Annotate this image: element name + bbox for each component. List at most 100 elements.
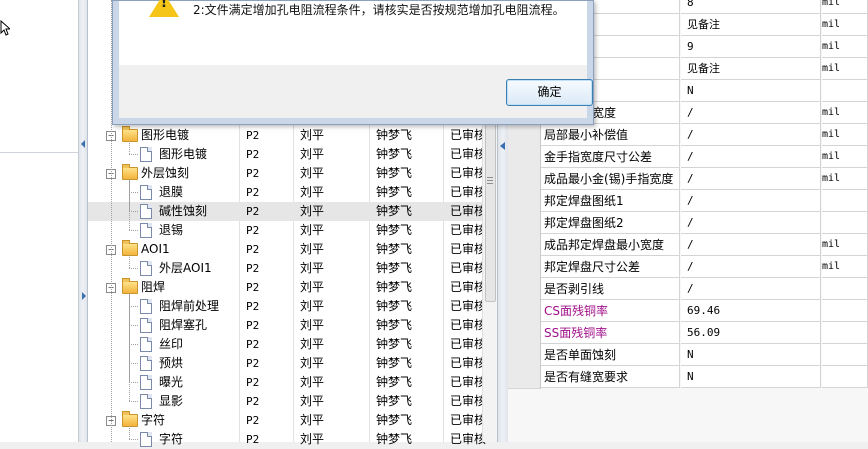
grid-row[interactable]: 是否单面蚀刻 N xyxy=(508,344,868,367)
tree-row[interactable]: 碱性蚀刻 P2 刘平 钟梦飞 已审核 xyxy=(88,202,488,221)
tree-cell-c2: 刘平 xyxy=(300,128,325,142)
ok-button[interactable]: 确定 xyxy=(506,79,593,106)
grid-value-cell[interactable]: 69.46 xyxy=(681,300,821,322)
tree-row[interactable]: − AOI1 P2 刘平 钟梦飞 已审核 xyxy=(88,240,488,259)
grid-row[interactable]: 局部最小补偿值 / mil xyxy=(508,124,868,147)
grid-value-cell[interactable]: / xyxy=(681,168,821,190)
document-icon xyxy=(140,337,152,352)
tree-connector-line xyxy=(129,179,130,230)
tree-connector-line xyxy=(129,192,138,193)
row-header[interactable] xyxy=(508,366,541,389)
tree-row[interactable]: − 图形电镀 P2 刘平 钟梦飞 已审核 xyxy=(88,126,488,145)
tree-row[interactable]: 阻焊塞孔 P2 刘平 钟梦飞 已审核 xyxy=(88,316,488,335)
row-header[interactable] xyxy=(508,322,541,345)
grid-value-cell[interactable]: 见备注 xyxy=(681,14,821,36)
grid-row[interactable]: CS面残铜率 69.46 xyxy=(508,300,868,323)
tree-cell-c3: 钟梦飞 xyxy=(376,128,413,142)
tree-cell-c3: 钟梦飞 xyxy=(376,337,413,351)
grid-label-cell: 局部最小补偿值 xyxy=(541,124,680,146)
tree-row[interactable]: 预烘 P2 刘平 钟梦飞 已审核 xyxy=(88,354,488,373)
scrollbar-grip xyxy=(487,180,493,181)
grid-value-cell[interactable]: / xyxy=(681,256,821,278)
grid-label-cell: 成品邦定焊盘最小宽度 xyxy=(541,234,680,256)
tree-row[interactable]: − 阻焊 P2 刘平 钟梦飞 已审核 xyxy=(88,278,488,297)
row-header[interactable] xyxy=(508,256,541,279)
tree-item-name: 字符 xyxy=(159,432,184,446)
tree-item-name: 退锡 xyxy=(159,223,184,237)
collapse-right-arrow-icon[interactable] xyxy=(500,142,505,150)
tree-row[interactable]: 字符 P2 刘平 钟梦飞 已审核 xyxy=(88,430,488,449)
grid-row[interactable]: 邦定焊盘图纸1/ xyxy=(508,190,868,213)
grid-row[interactable]: 邦定焊盘图纸2/ xyxy=(508,212,868,235)
tree-connector-line xyxy=(129,363,138,364)
row-header[interactable] xyxy=(508,146,541,169)
grid-value-cell[interactable]: / xyxy=(681,102,821,124)
tree-item-name: 图形电镀 xyxy=(141,128,190,142)
grid-value-cell[interactable]: N xyxy=(681,344,821,366)
tree-cell-c4: 已审核 xyxy=(450,375,487,389)
grid-row[interactable]: 邦定焊盘尺寸公差 / mil xyxy=(508,256,868,279)
tree-row[interactable]: 图形电镀 P2 刘平 钟梦飞 已审核 xyxy=(88,145,488,164)
tree-connector-line xyxy=(129,211,138,212)
tree-cell-c2: 刘平 xyxy=(300,318,325,332)
collapse-left-arrow-icon[interactable] xyxy=(81,140,85,148)
grid-unit-cell xyxy=(822,322,868,344)
grid-value-cell[interactable]: N xyxy=(681,80,821,102)
grid-value-cell[interactable]: 9 xyxy=(681,36,821,58)
grid-value-cell[interactable]: / xyxy=(681,190,821,212)
grid-label-cell: 邦定焊盘尺寸公差 xyxy=(541,256,680,278)
tree-cell-c4: 已审核 xyxy=(450,280,487,294)
tree-connector-line xyxy=(129,401,138,402)
row-header[interactable] xyxy=(508,278,541,301)
left-splitter[interactable] xyxy=(79,0,88,442)
grid-row[interactable]: 成品邦定焊盘最小宽度 / mil xyxy=(508,234,868,257)
grid-unit-cell xyxy=(822,212,868,234)
tree-row[interactable]: 退锡 P2 刘平 钟梦飞 已审核 xyxy=(88,221,488,240)
tree-row[interactable]: 阻焊前处理 P2 刘平 钟梦飞 已审核 xyxy=(88,297,488,316)
tree-item-name: 丝印 xyxy=(159,337,184,351)
tree-cell-c3: 钟梦飞 xyxy=(376,413,413,427)
tree-row[interactable]: 显影 P2 刘平 钟梦飞 已审核 xyxy=(88,392,488,411)
grid-value-cell[interactable]: / xyxy=(681,278,821,300)
document-icon xyxy=(140,299,152,314)
tree-cell-c4: 已审核 xyxy=(450,299,487,313)
grid-unit-cell: mil xyxy=(822,146,868,168)
row-header[interactable] xyxy=(508,124,541,147)
row-header[interactable] xyxy=(508,344,541,367)
grid-row[interactable]: 是否剥引线 / xyxy=(508,278,868,301)
tree-row[interactable]: 曝光 P2 刘平 钟梦飞 已审核 xyxy=(88,373,488,392)
grid-value-cell[interactable]: N xyxy=(681,366,821,388)
tree-item-name: 显影 xyxy=(159,394,184,408)
grid-value-cell[interactable]: / xyxy=(681,234,821,256)
grid-row[interactable]: 成品最小金(锡)手指宽度 / mil xyxy=(508,168,868,191)
tree-item-name: 图形电镀 xyxy=(159,147,208,161)
document-icon xyxy=(140,204,152,219)
tree-cell-c1: P2 xyxy=(246,148,260,161)
grid-value-cell[interactable]: / xyxy=(681,212,821,234)
grid-value-cell[interactable]: 56.09 xyxy=(681,322,821,344)
row-header[interactable] xyxy=(508,168,541,191)
scrollbar-grip xyxy=(487,183,493,184)
grid-unit-cell: mil xyxy=(822,14,868,36)
tree-row[interactable]: 丝印 P2 刘平 钟梦飞 已审核 xyxy=(88,335,488,354)
tree-row[interactable]: 退膜 P2 刘平 钟梦飞 已审核 xyxy=(88,183,488,202)
row-header[interactable] xyxy=(508,212,541,235)
row-header[interactable] xyxy=(508,300,541,323)
grid-row[interactable]: 金手指宽度尺寸公差 / mil xyxy=(508,146,868,169)
left-pane-divider xyxy=(0,152,78,153)
tree-row[interactable]: − 外层蚀刻 P2 刘平 钟梦飞 已审核 xyxy=(88,164,488,183)
tree-item-name: 曝光 xyxy=(159,375,184,389)
grid-value-cell[interactable]: / xyxy=(681,124,821,146)
grid-value-cell[interactable]: / xyxy=(681,146,821,168)
grid-value-cell[interactable]: 见备注 xyxy=(681,58,821,80)
row-header[interactable] xyxy=(508,234,541,257)
tree-row[interactable]: 外层AOI1 P2 刘平 钟梦飞 已审核 xyxy=(88,259,488,278)
grid-value-cell[interactable]: 8 xyxy=(681,0,821,14)
grid-row[interactable]: 是否有缝宽要求 N xyxy=(508,366,868,389)
tree-row[interactable]: − 字符 P2 刘平 钟梦飞 已审核 xyxy=(88,411,488,430)
folder-icon xyxy=(122,278,138,294)
tree-cell-c1: P2 xyxy=(246,243,260,256)
expand-right-arrow-icon[interactable] xyxy=(82,292,86,300)
grid-row[interactable]: SS面残铜率 56.09 xyxy=(508,322,868,345)
row-header[interactable] xyxy=(508,190,541,213)
